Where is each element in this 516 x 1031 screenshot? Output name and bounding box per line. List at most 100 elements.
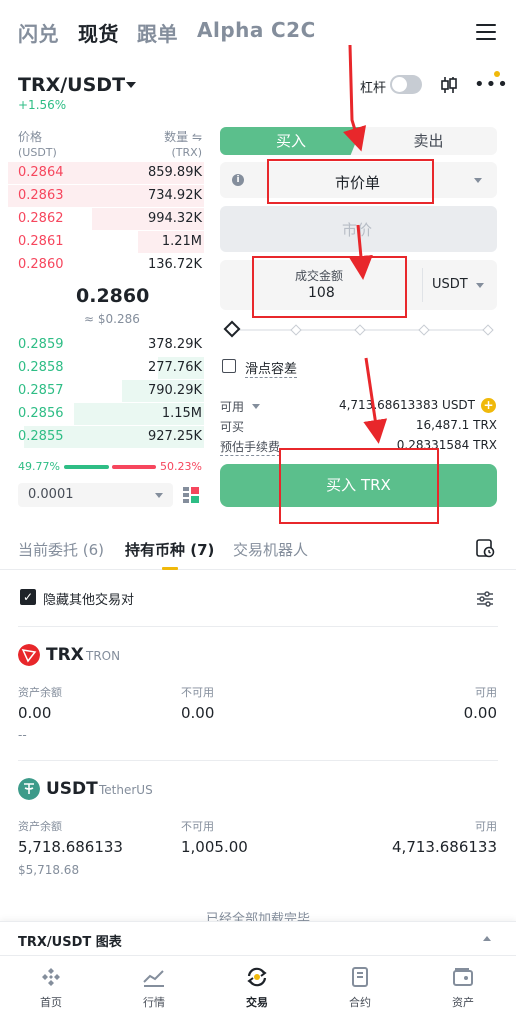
chevron-down-icon: [252, 404, 260, 409]
tabbar-assets[interactable]: 资产: [423, 966, 503, 1010]
candlestick-chart-icon[interactable]: [439, 75, 459, 95]
bid-row[interactable]: 0.2856 1.15M: [0, 403, 210, 426]
slippage-label[interactable]: 滑点容差: [245, 358, 298, 378]
tabbar-futures[interactable]: 合约: [320, 966, 400, 1010]
balance-value: 0.00: [18, 704, 52, 722]
ask-row[interactable]: 0.2864 859.89K: [0, 162, 210, 185]
balance-label: 资产余额: [18, 686, 62, 699]
buy-ratio-bar: [64, 465, 109, 469]
ask-row[interactable]: 0.2860 136.72K: [0, 254, 210, 277]
balance-label: 资产余额: [18, 820, 62, 833]
tab-alpha[interactable]: Alpha: [197, 18, 264, 42]
available-value: 0.00: [463, 704, 497, 722]
info-icon[interactable]: i: [232, 174, 244, 186]
orderbook-layout-icon[interactable]: [182, 486, 200, 504]
tab-holdings[interactable]: 持有币种 (7): [125, 539, 214, 560]
sell-tab[interactable]: 卖出: [360, 127, 497, 155]
tabbar-home[interactable]: 首页: [11, 966, 91, 1010]
sell-ratio-bar: [112, 465, 156, 469]
balance-value: 5,718.686133: [18, 838, 123, 856]
holding-card-trx[interactable]: TRX TRON 资产余额 不可用 可用 0.00 0.00 0.00 --: [0, 640, 516, 750]
ask-row[interactable]: 0.2861 1.21M: [0, 231, 210, 254]
notification-dot: [494, 71, 500, 77]
available-value: 4,713.68613383 USDT: [338, 398, 475, 412]
chevron-down-icon: [474, 178, 482, 183]
chevron-up-icon[interactable]: [483, 936, 491, 941]
bid-row[interactable]: 0.2858 277.76K: [0, 357, 210, 380]
top-nav: 闪兑 现货 跟单 Alpha C2C: [0, 0, 516, 64]
frozen-value: 1,005.00: [181, 838, 248, 856]
coin-symbol: USDT: [46, 779, 98, 799]
futures-document-icon: [352, 967, 368, 987]
tab-convert[interactable]: 闪兑: [18, 18, 59, 47]
pair-symbol[interactable]: TRX/USDT: [18, 74, 125, 96]
precision-select[interactable]: 0.0001: [18, 483, 173, 507]
orderbook-qty-header[interactable]: 数量 ⇋ (TRX): [164, 129, 202, 161]
tabbar-markets[interactable]: 行情: [114, 966, 194, 1010]
more-options-icon[interactable]: •••: [474, 76, 509, 94]
frozen-label: 不可用: [181, 686, 214, 699]
hamburger-menu-icon[interactable]: [476, 24, 496, 40]
wallet-icon: [453, 968, 473, 986]
leverage-toggle[interactable]: [390, 75, 422, 94]
pair-dropdown-icon[interactable]: [126, 82, 136, 88]
trx-coin-icon: [18, 644, 40, 666]
hide-other-pairs-label[interactable]: 隐藏其他交易对: [43, 589, 134, 608]
holding-card-usdt[interactable]: USDT TetherUS 资产余额 不可用 可用 5,718.686133 1…: [0, 774, 516, 884]
markets-chart-icon: [143, 970, 164, 987]
pair-change: +1.56%: [18, 98, 67, 112]
frozen-value: 0.00: [181, 704, 215, 722]
buy-tab[interactable]: 买入: [220, 127, 362, 155]
available-label: 可用: [475, 820, 497, 833]
filter-settings-icon[interactable]: [476, 590, 494, 608]
chart-drawer-label[interactable]: TRX/USDT 图表: [18, 931, 122, 950]
tabbar-trade[interactable]: 交易: [217, 966, 297, 1010]
amount-unit-select[interactable]: USDT: [432, 277, 468, 292]
bid-row[interactable]: 0.2855 927.25K: [0, 426, 210, 449]
active-tab-indicator: [162, 567, 178, 570]
slider-step-50[interactable]: [354, 324, 366, 336]
slippage-checkbox[interactable]: [222, 359, 236, 373]
slider-step-75[interactable]: [418, 324, 430, 336]
tab-open-orders[interactable]: 当前委托 (6): [18, 539, 104, 560]
divider: [18, 760, 498, 761]
coin-name: TRON: [86, 649, 121, 663]
ask-row[interactable]: 0.2862 994.32K: [0, 208, 210, 231]
available-label: 可用: [475, 686, 497, 699]
order-history-icon[interactable]: [475, 538, 495, 558]
last-price-usd: ≈ $0.286: [84, 312, 140, 326]
tab-trading-bots[interactable]: 交易机器人: [233, 539, 308, 560]
tab-copy-trading[interactable]: 跟单: [137, 18, 178, 47]
tab-c2c[interactable]: C2C: [271, 18, 316, 42]
coin-name: TetherUS: [99, 783, 153, 797]
slider-step-100[interactable]: [482, 324, 494, 336]
add-funds-icon[interactable]: +: [481, 398, 496, 413]
orders-tabs: 当前委托 (6) 持有币种 (7) 交易机器人: [0, 534, 516, 570]
bid-row[interactable]: 0.2859 378.29K: [0, 334, 210, 357]
available-label[interactable]: 可用: [220, 398, 244, 415]
hide-other-pairs-checkbox[interactable]: ✓: [20, 589, 36, 605]
annotation-box-buy-button: [279, 448, 439, 524]
divider: [422, 268, 423, 302]
coin-symbol: TRX: [46, 645, 84, 665]
ask-row[interactable]: 0.2863 734.92K: [0, 185, 210, 208]
orderbook-price-header: 价格 (USDT): [18, 130, 57, 159]
last-price: 0.2860: [76, 285, 150, 307]
balance-usd: $5,718.68: [18, 863, 80, 877]
can-buy-label: 可买: [220, 420, 245, 434]
bid-row[interactable]: 0.2857 790.29K: [0, 380, 210, 403]
chevron-down-icon: [155, 493, 163, 498]
tab-spot[interactable]: 现货: [78, 18, 119, 47]
buy-sell-switch: 买入 卖出: [220, 127, 497, 155]
bottom-tab-bar: 首页 行情 交易 合约 资产: [0, 955, 516, 1031]
home-icon: [42, 968, 60, 986]
annotation-box-amount: [252, 256, 407, 318]
usdt-coin-icon: [18, 778, 40, 800]
sell-ratio: 50.23%: [160, 460, 202, 473]
frozen-label: 不可用: [181, 820, 214, 833]
leverage-label: 杠杆: [360, 81, 387, 96]
fee-label[interactable]: 预估手续费: [220, 438, 281, 456]
annotation-box-order-type: [267, 159, 434, 204]
slider-step-25[interactable]: [290, 324, 302, 336]
amount-slider-thumb[interactable]: [223, 320, 241, 338]
